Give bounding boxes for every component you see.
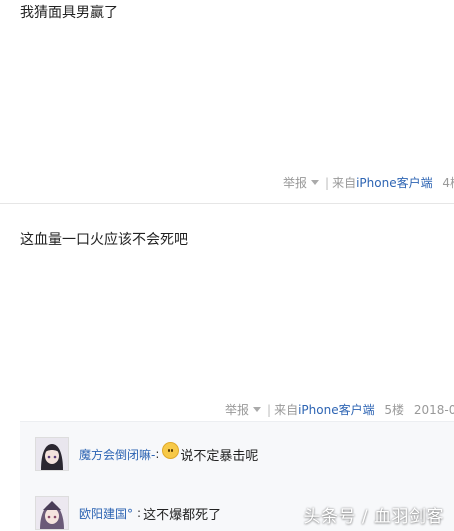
- post-content: 我猜面具男赢了: [20, 5, 118, 21]
- floor-number: 4楼: [442, 176, 454, 190]
- emoji-worried-icon: [162, 441, 180, 459]
- post-meta: 举报 |来自iPhone客户端 5楼 2018-06: [225, 401, 454, 418]
- reply-item: 欧阳建国° : 这不爆都死了: [35, 496, 221, 530]
- reply-username[interactable]: 欧阳建国°: [79, 505, 133, 522]
- avatar[interactable]: [35, 437, 69, 471]
- reply-text: 这不爆都死了: [143, 507, 222, 523]
- avatar-image: [36, 438, 68, 470]
- meta-separator: |: [325, 176, 330, 190]
- reply-text: 说不定暴击呢: [180, 448, 259, 464]
- report-button[interactable]: 举报: [283, 176, 307, 190]
- floor-number: 5楼: [384, 403, 405, 417]
- source-link[interactable]: iPhone客户端: [298, 403, 375, 417]
- post-divider: [0, 203, 454, 204]
- watermark: 头条号 / 血羽剑客: [303, 507, 444, 527]
- source-link[interactable]: iPhone客户端: [356, 176, 433, 190]
- chevron-down-icon[interactable]: [311, 180, 320, 185]
- reply-colon: :: [137, 506, 142, 520]
- post-content: 这血量一口火应该不会死吧: [20, 232, 188, 248]
- source-prefix: 来自: [274, 403, 299, 417]
- reply-item: 魔方会倒闭嘛- : 说不定暴击呢: [35, 437, 258, 471]
- source-prefix: 来自: [332, 176, 357, 190]
- reply-colon: :: [155, 447, 160, 461]
- report-button[interactable]: 举报: [225, 403, 249, 417]
- meta-separator: |: [267, 403, 272, 417]
- post-date: 2018-06: [413, 403, 454, 417]
- avatar[interactable]: [35, 496, 69, 530]
- chevron-down-icon[interactable]: [253, 407, 262, 412]
- reply-username[interactable]: 魔方会倒闭嘛-: [79, 446, 155, 463]
- page: 我猜面具男赢了 举报|来自iPhone客户端 4楼 这血量一口火应该不会死吧 举…: [0, 0, 454, 531]
- avatar-image: [36, 497, 68, 529]
- post-meta: 举报 |来自iPhone客户端 4楼: [283, 174, 454, 191]
